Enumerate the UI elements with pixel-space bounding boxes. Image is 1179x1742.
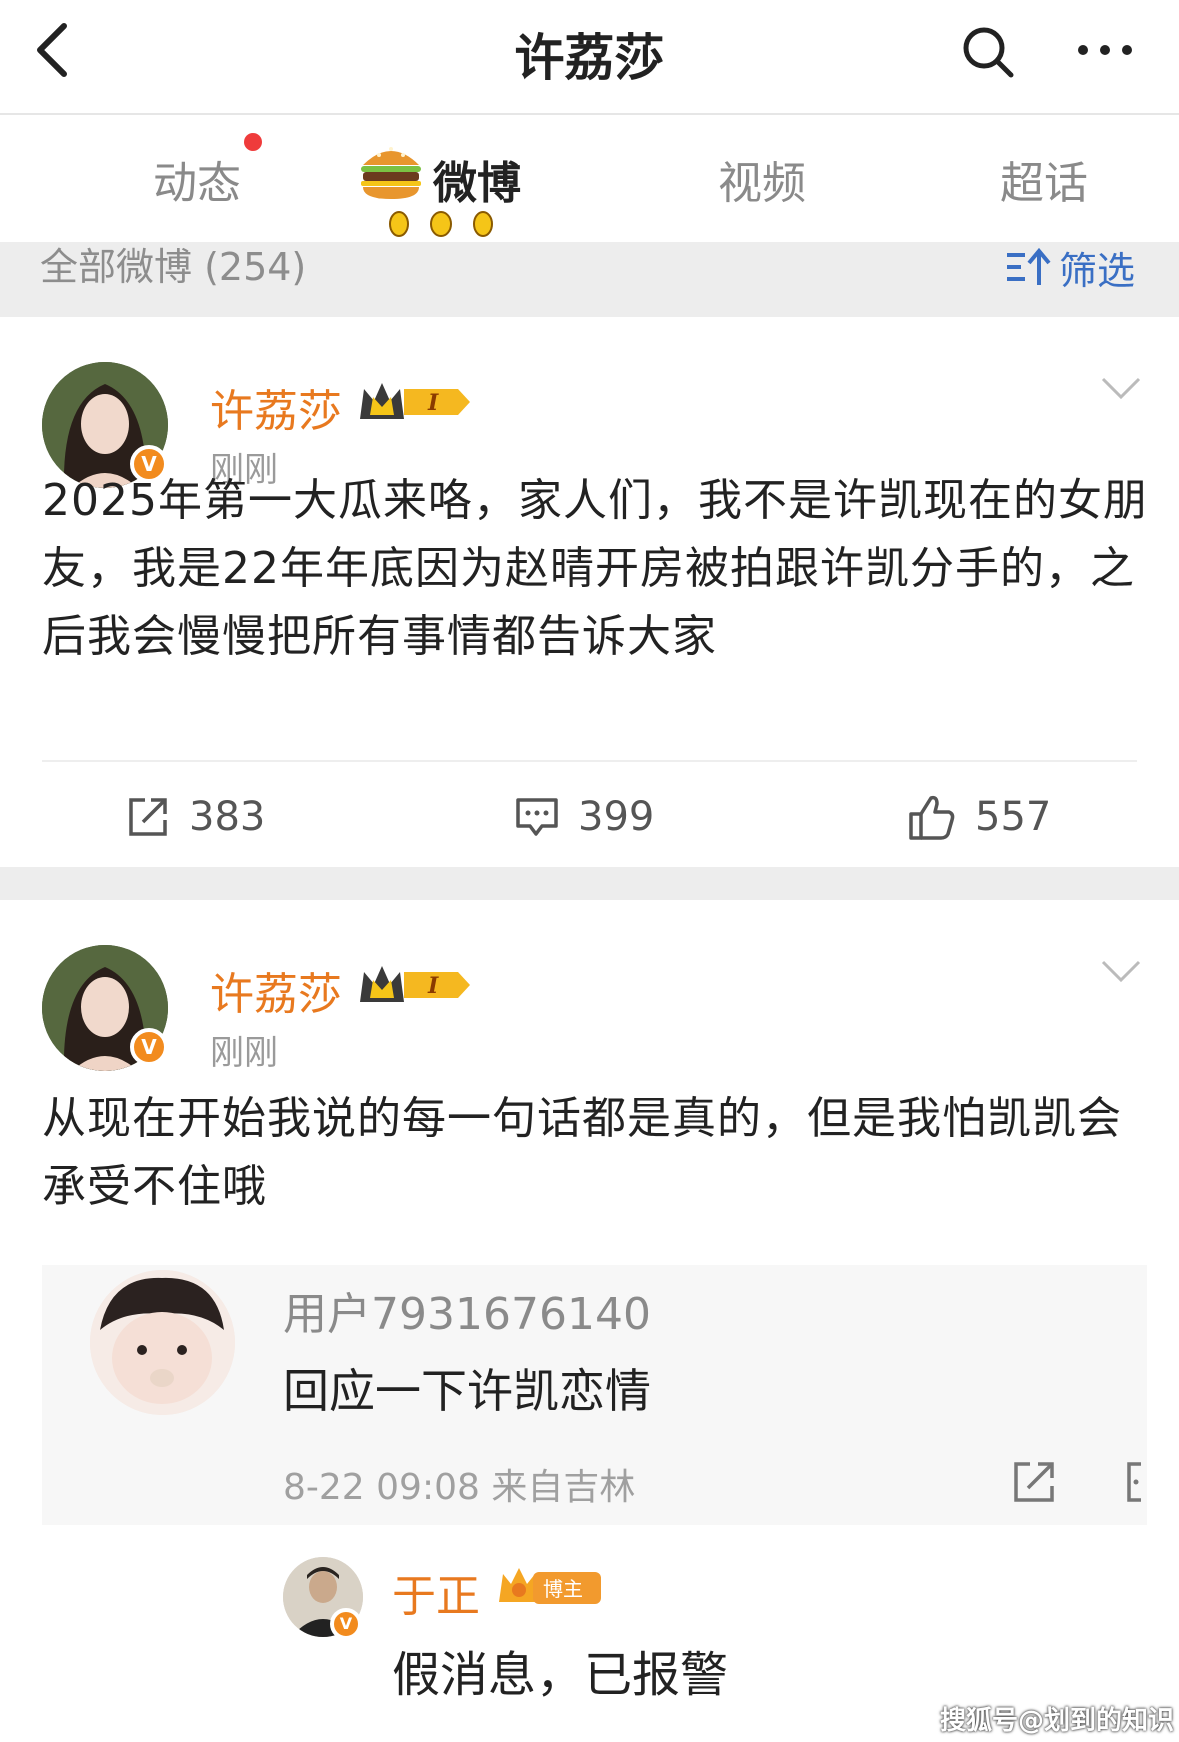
tab-dynamic[interactable]: 动态 <box>153 147 241 211</box>
quoted-text: 回应一下许凯恋情 <box>283 1364 651 1418</box>
like-count: 557 <box>975 794 1052 840</box>
more-options-icon[interactable] <box>1075 38 1135 62</box>
notification-dot <box>244 133 262 151</box>
svg-text:博主: 博主 <box>543 1577 583 1601</box>
blogger-badge-icon: 博主 <box>499 1568 601 1604</box>
thumbs-up-icon <box>909 795 955 840</box>
weibo-post: V 许荔莎 I 刚刚 从现在开始我说的每一句话都是真的，但是我怕凯凯会承受不住哦… <box>0 900 1179 1742</box>
repost-button[interactable]: 383 <box>125 787 265 847</box>
coins-icon <box>389 211 493 237</box>
weibo-post: V 许荔莎 I 刚刚 2025年第一大瓜来咯，家人们，我不是许凯现在的女朋友，我… <box>0 317 1179 867</box>
vip-crown-icon: I <box>360 383 470 419</box>
burger-icon <box>361 147 421 199</box>
comment-button[interactable]: 399 <box>514 787 654 847</box>
svg-text:I: I <box>427 390 439 416</box>
child-avatar-icon <box>90 1270 235 1415</box>
quoted-meta: 8-22 09:08 来自吉林 <box>283 1467 636 1508</box>
filter-button[interactable]: 筛选 <box>1005 242 1136 293</box>
vip-crown-icon: I <box>360 966 470 1002</box>
filter-bar: 全部微博 (254) 筛选 <box>0 242 1179 317</box>
tab-weibo[interactable]: 微博 <box>433 147 521 211</box>
username[interactable]: 许荔莎 <box>210 958 342 1022</box>
repost-count: 383 <box>189 794 266 840</box>
quoted-username[interactable]: 用户7931676140 <box>283 1278 651 1342</box>
verified-badge: V <box>330 1608 362 1640</box>
reply-username[interactable]: 于正 <box>392 1560 480 1624</box>
comment-count: 399 <box>578 794 655 840</box>
filter-label: 筛选 <box>1059 248 1136 293</box>
watermark: 搜狐号@划到的知识 <box>940 1706 1175 1736</box>
post-text: 2025年第一大瓜来咯，家人们，我不是许凯现在的女朋友，我是22年年底因为赵晴开… <box>42 475 1148 662</box>
post-text: 从现在开始我说的每一句话都是真的，但是我怕凯凯会承受不住哦 <box>42 1093 1122 1212</box>
profile-tabs: 动态 微博 视频 超话 <box>0 117 1179 242</box>
post-time: 刚刚 <box>210 1033 278 1073</box>
top-nav-bar: 许荔莎 <box>0 0 1179 115</box>
filter-icon <box>1007 247 1051 285</box>
comment-icon <box>516 798 558 836</box>
svg-text:I: I <box>427 973 439 999</box>
tab-super-topic[interactable]: 超话 <box>1000 147 1088 211</box>
reply-text: 假消息，已报警 <box>392 1647 729 1703</box>
divider <box>42 760 1137 762</box>
post-separator <box>0 867 1179 900</box>
repost-icon <box>129 798 167 836</box>
chevron-down-icon[interactable] <box>1100 958 1142 984</box>
share-icon[interactable] <box>1010 1458 1058 1506</box>
chevron-down-icon[interactable] <box>1100 375 1142 401</box>
username[interactable]: 许荔莎 <box>210 375 342 439</box>
search-icon[interactable] <box>960 24 1016 80</box>
like-button[interactable]: 557 <box>907 787 1051 847</box>
verified-badge: V <box>130 1028 168 1066</box>
tab-video[interactable]: 视频 <box>718 147 806 211</box>
quoted-user-avatar[interactable] <box>90 1270 235 1415</box>
all-weibo-count: 全部微博 (254) <box>40 245 307 289</box>
comment-edge-icon[interactable] <box>1125 1460 1143 1504</box>
